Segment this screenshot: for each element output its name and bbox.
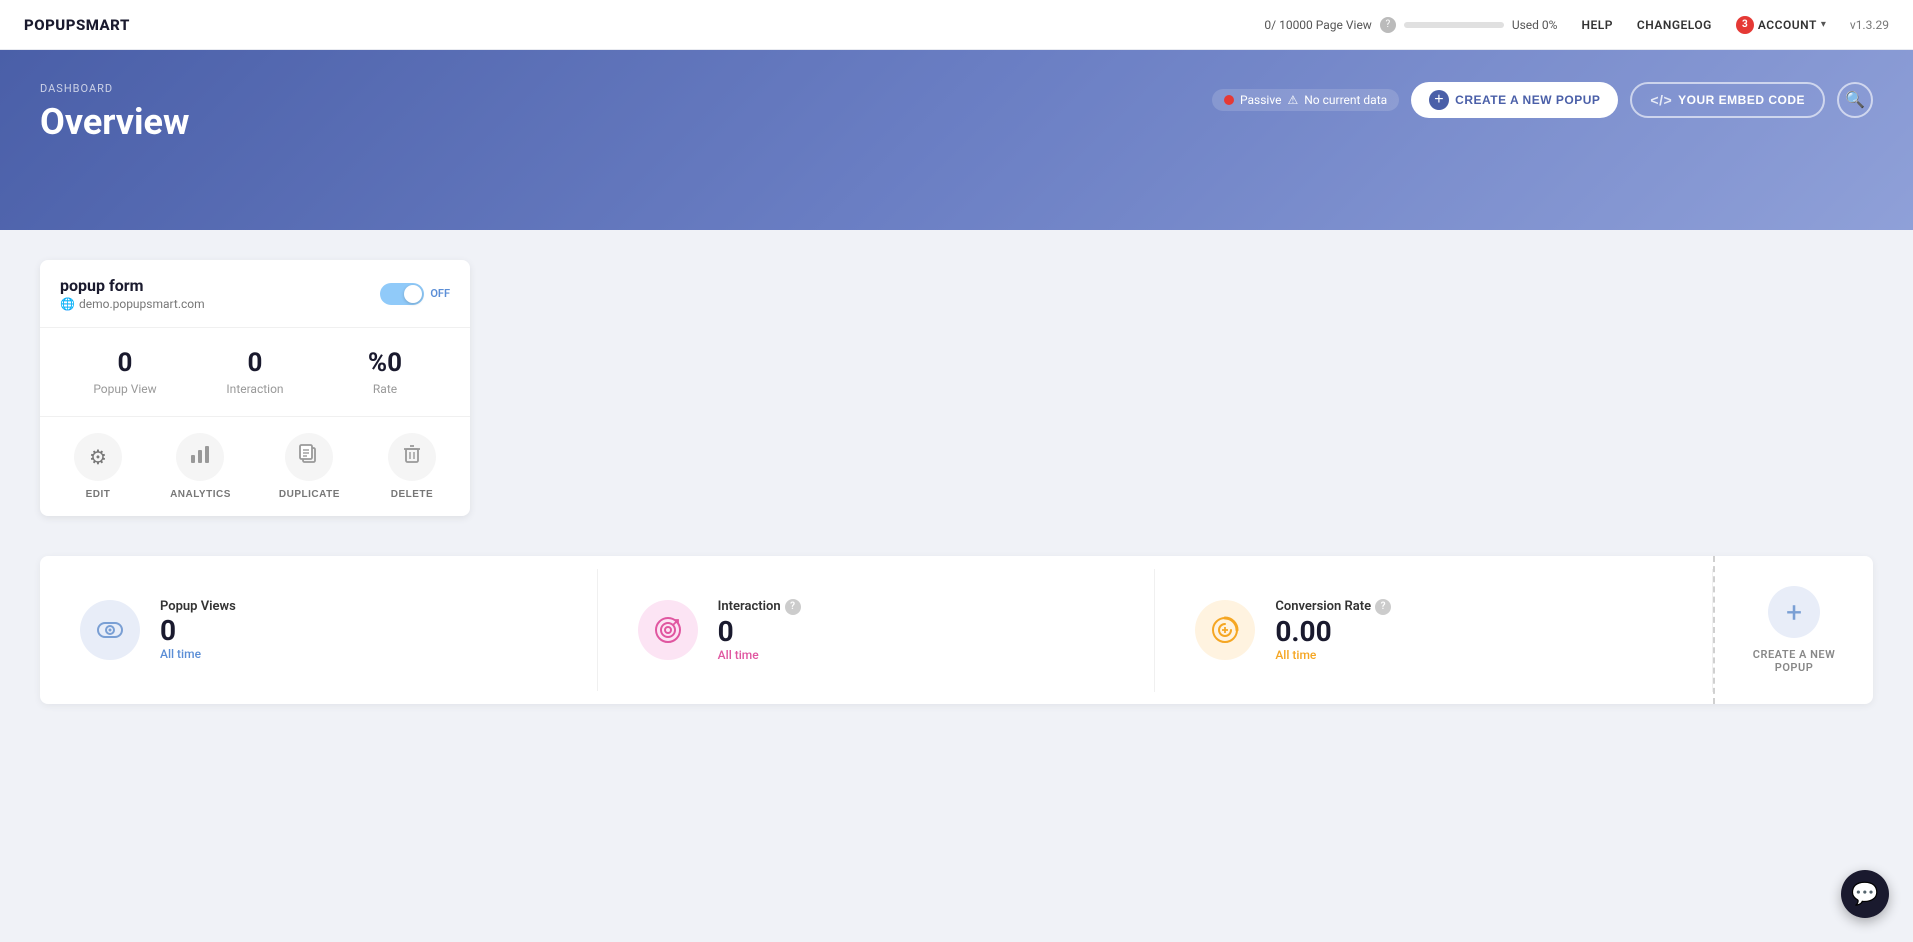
- page-view-text: 0/ 10000 Page View: [1264, 18, 1371, 32]
- status-dot-icon: [1224, 95, 1234, 105]
- delete-label: DELETE: [391, 489, 433, 500]
- search-button[interactable]: 🔍: [1837, 82, 1873, 118]
- account-label: ACCOUNT: [1758, 18, 1817, 32]
- version-label: v1.3.29: [1850, 18, 1889, 32]
- duplicate-icon-circle: [285, 433, 333, 481]
- header-actions: Passive ⚠ No current data + CREATE A NEW…: [1212, 82, 1873, 118]
- eye-icon: [94, 614, 126, 646]
- rate-value: %0: [320, 348, 450, 378]
- analytics-label: ANALYTICS: [170, 489, 231, 500]
- edit-button[interactable]: ⚙ EDIT: [74, 433, 122, 500]
- create-new-popup-button[interactable]: + CREATE A NEW POPUP: [1411, 82, 1618, 118]
- account-section[interactable]: 3 ACCOUNT ▾: [1736, 16, 1826, 34]
- interaction-sub: All time: [718, 648, 801, 662]
- target-icon: [652, 614, 684, 646]
- search-icon: 🔍: [1845, 90, 1865, 110]
- rate-stat: %0 Rate: [320, 348, 450, 396]
- interaction-icon-wrap: [638, 600, 698, 660]
- popup-card-domain: 🌐 demo.popupsmart.com: [60, 297, 205, 311]
- conversion-rate-help-icon[interactable]: ?: [1375, 599, 1391, 615]
- interaction-stat: 0 Interaction: [190, 348, 320, 396]
- toggle-label: OFF: [430, 287, 450, 300]
- interaction-value: 0: [718, 615, 801, 648]
- analytics-button[interactable]: ANALYTICS: [170, 433, 231, 500]
- popup-views-label: Popup Views: [160, 599, 236, 614]
- edit-label: EDIT: [86, 489, 111, 500]
- create-new-label: CREATE A NEW POPUP: [1735, 648, 1853, 674]
- popup-card-title: popup form: [60, 276, 205, 295]
- trash-icon: [401, 443, 423, 471]
- popup-view-label: Popup View: [60, 382, 190, 396]
- page-view-section: 0/ 10000 Page View ? Used 0%: [1264, 17, 1557, 33]
- toggle-switch[interactable]: [380, 283, 424, 305]
- status-label: Passive: [1240, 93, 1281, 107]
- interaction-label: Interaction ?: [718, 599, 801, 615]
- edit-icon-circle: ⚙: [74, 433, 122, 481]
- create-new-popup-box[interactable]: + CREATE A NEW POPUP: [1713, 556, 1873, 704]
- conversion-rate-icon-wrap: [1195, 600, 1255, 660]
- chat-widget-icon: 💬: [1851, 882, 1878, 907]
- create-popup-label: CREATE A NEW POPUP: [1455, 93, 1600, 107]
- popup-view-value: 0: [60, 348, 190, 378]
- interaction-label: Interaction: [190, 382, 320, 396]
- help-link[interactable]: HELP: [1581, 18, 1612, 32]
- status-warning-icon: ⚠: [1287, 93, 1298, 107]
- popup-views-icon-wrap: [80, 600, 140, 660]
- chat-widget[interactable]: 💬: [1841, 870, 1889, 918]
- chevron-down-icon: ▾: [1821, 19, 1826, 30]
- bar-chart-icon: [189, 443, 211, 471]
- no-data-label: No current data: [1304, 93, 1387, 107]
- interaction-value: 0: [190, 348, 320, 378]
- gear-icon: ⚙: [89, 445, 107, 470]
- popup-card: popup form 🌐 demo.popupsmart.com OFF 0 P…: [40, 260, 470, 516]
- duplicate-button[interactable]: DUPLICATE: [279, 433, 340, 500]
- interaction-info: Interaction ? 0 All time: [718, 599, 801, 662]
- main-content: popup form 🌐 demo.popupsmart.com OFF 0 P…: [0, 230, 1913, 734]
- analytics-icon-circle: [176, 433, 224, 481]
- plus-icon: +: [1429, 90, 1449, 110]
- popup-views-info: Popup Views 0 All time: [160, 599, 236, 661]
- conversion-rate-value: 0.00: [1275, 615, 1391, 648]
- popup-card-title-section: popup form 🌐 demo.popupsmart.com: [60, 276, 205, 311]
- popup-views-value: 0: [160, 614, 236, 647]
- used-percentage: Used 0%: [1512, 18, 1558, 32]
- popup-toggle[interactable]: OFF: [380, 283, 450, 305]
- duplicate-icon: [298, 443, 320, 471]
- conversion-rate-sub: All time: [1275, 648, 1391, 662]
- globe-icon: 🌐: [60, 297, 75, 311]
- delete-icon-circle: [388, 433, 436, 481]
- popup-views-sub: All time: [160, 647, 236, 661]
- popup-card-actions: ⚙ EDIT ANALYTICS: [40, 417, 470, 516]
- popup-card-stats: 0 Popup View 0 Interaction %0 Rate: [40, 328, 470, 417]
- conversion-rate-info: Conversion Rate ? 0.00 All time: [1275, 599, 1391, 662]
- changelog-link[interactable]: CHANGELOG: [1637, 18, 1712, 32]
- analytics-conversion-rate: Conversion Rate ? 0.00 All time: [1155, 569, 1713, 692]
- popup-view-stat: 0 Popup View: [60, 348, 190, 396]
- create-new-plus-icon: +: [1768, 586, 1820, 638]
- conversion-rate-icon: [1209, 614, 1241, 646]
- toggle-knob: [404, 285, 422, 303]
- analytics-interaction: Interaction ? 0 All time: [598, 569, 1156, 692]
- embed-code-icon: </>: [1650, 92, 1672, 108]
- topnav-right-section: 0/ 10000 Page View ? Used 0% HELP CHANGE…: [1264, 16, 1889, 34]
- status-badge: Passive ⚠ No current data: [1212, 89, 1399, 111]
- page-view-help-icon[interactable]: ?: [1380, 17, 1396, 33]
- popup-card-domain-text: demo.popupsmart.com: [79, 297, 205, 311]
- delete-button[interactable]: DELETE: [388, 433, 436, 500]
- interaction-help-icon[interactable]: ?: [785, 599, 801, 615]
- popup-card-header: popup form 🌐 demo.popupsmart.com OFF: [40, 260, 470, 328]
- embed-code-label: YOUR EMBED CODE: [1678, 93, 1805, 107]
- header-banner: DASHBOARD Overview Passive ⚠ No current …: [0, 50, 1913, 230]
- embed-code-button[interactable]: </> YOUR EMBED CODE: [1630, 82, 1825, 118]
- top-navigation: POPUPSMART 0/ 10000 Page View ? Used 0% …: [0, 0, 1913, 50]
- analytics-row: Popup Views 0 All time Interaction: [40, 556, 1873, 704]
- analytics-popup-views: Popup Views 0 All time: [40, 569, 598, 691]
- rate-label: Rate: [320, 382, 450, 396]
- account-notification-badge: 3: [1736, 16, 1754, 34]
- app-logo: POPUPSMART: [24, 16, 130, 34]
- duplicate-label: DUPLICATE: [279, 489, 340, 500]
- conversion-rate-label: Conversion Rate ?: [1275, 599, 1391, 615]
- page-view-progress-bar: [1404, 22, 1504, 28]
